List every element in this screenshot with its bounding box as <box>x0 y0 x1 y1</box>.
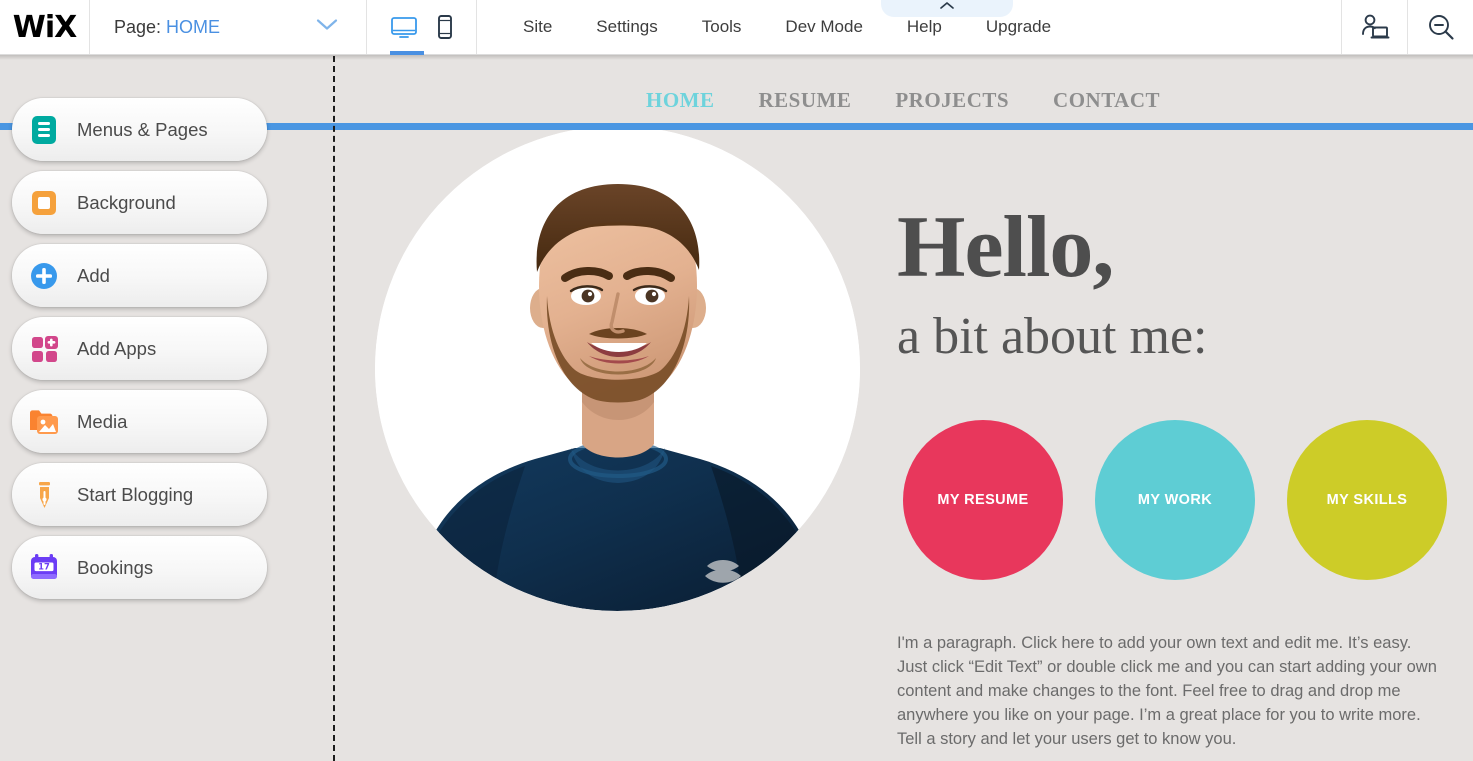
menus-pages-icon <box>27 113 61 147</box>
main-menu-bar: Site Settings Tools Dev Mode Help Upgrad… <box>477 0 1341 54</box>
svg-text:17: 17 <box>38 561 50 571</box>
vertical-page-guide <box>333 56 335 761</box>
menu-item-site[interactable]: Site <box>523 17 552 37</box>
site-nav-item-contact[interactable]: CONTACT <box>1053 88 1160 113</box>
wix-logo: WiX <box>12 9 78 45</box>
menu-item-upgrade[interactable]: Upgrade <box>986 17 1051 37</box>
viewport-toggle-group <box>367 0 477 55</box>
site-nav-item-resume[interactable]: RESUME <box>759 88 852 113</box>
menu-item-tools[interactable]: Tools <box>702 17 742 37</box>
sidebar-item-add-apps[interactable]: Add Apps <box>12 317 267 380</box>
hero-paragraph[interactable]: I'm a paragraph. Click here to add your … <box>897 631 1442 751</box>
sidebar-item-label: Bookings <box>77 556 154 578</box>
menu-item-dev-mode[interactable]: Dev Mode <box>785 17 862 37</box>
add-apps-icon <box>27 332 61 366</box>
page-title: Hello, <box>897 199 1114 296</box>
bookings-calendar-icon: 17 <box>27 551 61 585</box>
sidebar-item-label: Media <box>77 410 128 432</box>
circle-button-group: MY RESUME MY WORK MY SKILLS <box>903 420 1447 580</box>
sidebar-item-label: Background <box>77 191 176 213</box>
sidebar-item-label: Add <box>77 264 110 286</box>
site-nav-item-home[interactable]: HOME <box>646 88 715 113</box>
sidebar-item-media[interactable]: Media <box>12 390 267 453</box>
sidebar-item-menus-pages[interactable]: Menus & Pages <box>12 98 267 161</box>
site-nav-item-projects[interactable]: PROJECTS <box>895 88 1009 113</box>
hero-text-block[interactable]: Hello, a bit about me: <box>897 199 1457 369</box>
portrait-image[interactable] <box>375 126 860 611</box>
media-image-icon <box>27 405 61 439</box>
editor-left-sidebar: Menus & Pages Background Add Add Apps Me… <box>12 98 267 599</box>
chevron-up-icon <box>939 0 955 15</box>
sidebar-item-add[interactable]: Add <box>12 244 267 307</box>
page-selector-value: HOME <box>166 16 221 37</box>
wix-logo-cell[interactable]: WiX <box>0 0 90 54</box>
circle-button-my-work[interactable]: MY WORK <box>1095 420 1255 580</box>
add-plus-icon <box>27 259 61 293</box>
zoom-out-icon[interactable] <box>1407 0 1473 54</box>
sidebar-item-label: Menus & Pages <box>77 118 208 140</box>
editor-canvas: HOME RESUME PROJECTS CONTACT Hello, a bi… <box>0 56 1473 761</box>
user-computer-icon[interactable] <box>1341 0 1407 54</box>
portrait-illustration <box>375 126 860 611</box>
editor-top-bar: WiX Page: HOME Site Settings Tools Dev M… <box>0 0 1473 55</box>
page-selector-label: Page: <box>114 16 162 37</box>
blog-pen-icon <box>27 478 61 512</box>
background-icon <box>27 186 61 220</box>
sidebar-item-label: Add Apps <box>77 337 157 359</box>
collapse-toolbar-button[interactable] <box>881 0 1013 17</box>
circle-button-my-resume[interactable]: MY RESUME <box>903 420 1063 580</box>
site-navigation-menu: HOME RESUME PROJECTS CONTACT <box>333 78 1473 123</box>
sidebar-item-bookings[interactable]: 17 Bookings <box>12 536 267 599</box>
mobile-phone-icon[interactable] <box>436 0 454 55</box>
menu-item-settings[interactable]: Settings <box>596 17 657 37</box>
page-selector[interactable]: Page: HOME <box>90 0 367 54</box>
sidebar-item-label: Start Blogging <box>77 483 194 505</box>
sidebar-item-background[interactable]: Background <box>12 171 267 234</box>
page-subtitle: a bit about me: <box>897 307 1208 365</box>
desktop-monitor-icon[interactable] <box>389 0 424 55</box>
active-viewport-underline <box>389 50 424 55</box>
chevron-down-icon <box>316 18 338 37</box>
top-bar-right-actions <box>1341 0 1473 54</box>
menu-item-help[interactable]: Help <box>907 17 942 37</box>
circle-button-my-skills[interactable]: MY SKILLS <box>1287 420 1447 580</box>
sidebar-item-start-blogging[interactable]: Start Blogging <box>12 463 267 526</box>
